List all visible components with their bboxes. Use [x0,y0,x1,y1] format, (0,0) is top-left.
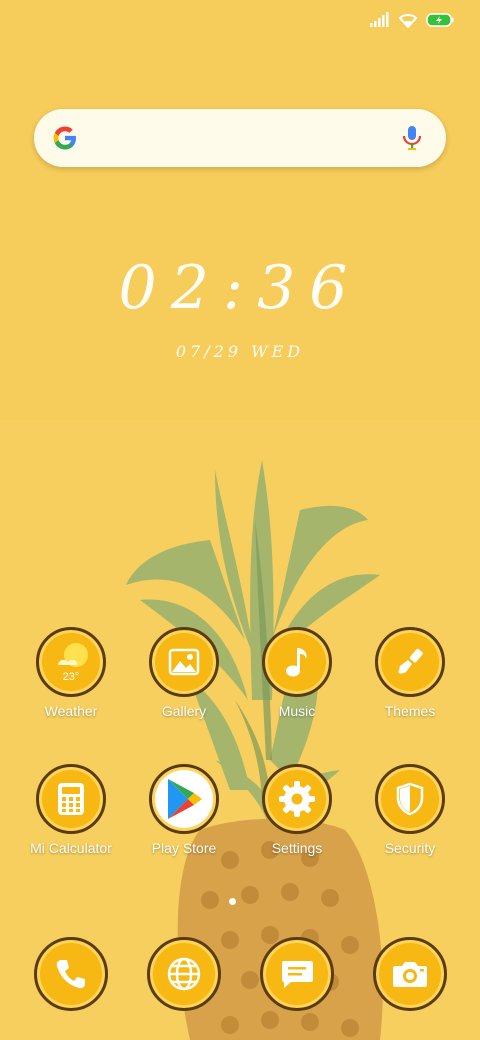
weather-temperature: 23° [63,671,80,683]
dock-camera[interactable] [355,937,465,1011]
clock-date[interactable]: 07/29 WED [0,342,480,361]
google-logo [53,126,76,150]
wifi-icon [398,14,418,28]
app-music[interactable]: Music [242,627,352,719]
mic-icon[interactable] [400,125,424,151]
play-store-icon [149,764,219,834]
app-label: Music [278,703,316,719]
clock-time[interactable]: 02:36 [0,248,480,328]
messaging-icon [260,937,334,1011]
dock-browser[interactable] [129,937,239,1011]
phone-icon [34,937,108,1011]
app-label: Settings [271,840,323,856]
battery-charging-icon [426,13,454,27]
app-gallery[interactable]: Gallery [129,627,239,719]
app-label: Weather [44,703,98,719]
weather-icon: 23° [36,627,106,697]
calculator-icon [36,764,106,834]
app-label: Mi Calculator [30,840,112,856]
music-note-icon [262,627,332,697]
page-indicator-active [229,898,236,905]
app-play-store[interactable]: Play Store [129,764,239,856]
dock-messaging[interactable] [242,937,352,1011]
gallery-icon [149,627,219,697]
app-label: Play Store [151,840,217,856]
app-themes[interactable]: Themes [355,627,465,719]
dock-phone[interactable] [16,937,126,1011]
status-bar [370,12,454,28]
app-security[interactable]: Security [355,764,465,856]
app-mi-calculator[interactable]: Mi Calculator [16,764,126,856]
app-label: Security [384,840,436,856]
app-weather[interactable]: 23° Weather [16,627,126,719]
browser-globe-icon [147,937,221,1011]
gear-icon [262,764,332,834]
google-search-bar[interactable] [34,109,446,167]
app-label: Themes [384,703,436,719]
app-label: Gallery [161,703,207,719]
app-settings[interactable]: Settings [242,764,352,856]
camera-icon [373,937,447,1011]
brush-icon [375,627,445,697]
shield-icon [375,764,445,834]
signal-icon [370,12,389,27]
